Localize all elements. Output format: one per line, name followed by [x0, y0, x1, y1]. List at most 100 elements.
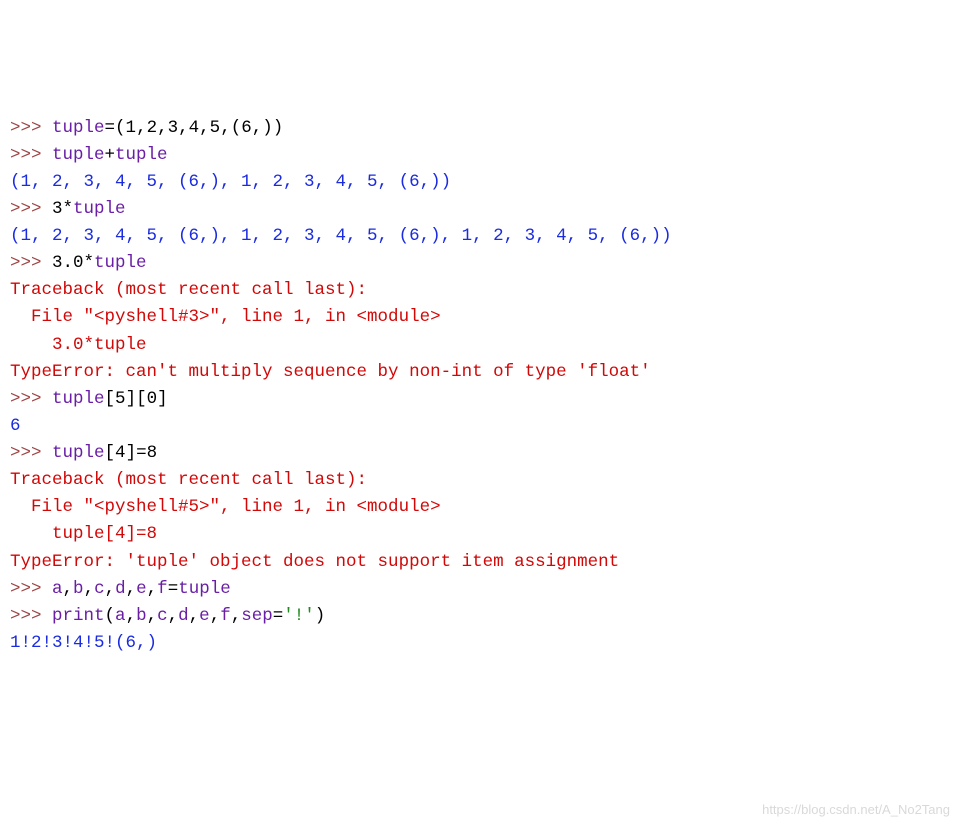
prompt: >>>: [10, 579, 52, 599]
code-token: tuple: [115, 145, 168, 165]
error-text: 3.0*tuple: [10, 335, 147, 355]
code-token: tuple: [73, 199, 126, 219]
input-line: >>> print(a,b,c,d,e,f,sep='!'): [10, 603, 952, 630]
code-token: ]=: [126, 443, 147, 463]
input-line: >>> 3.0*tuple: [10, 250, 952, 277]
code-token: e: [199, 606, 210, 626]
code-token: ,: [178, 118, 189, 138]
prompt: >>>: [10, 443, 52, 463]
code-token: sep: [241, 606, 273, 626]
code-token: f: [157, 579, 168, 599]
code-token: '!': [283, 606, 315, 626]
code-token: ,: [157, 118, 168, 138]
code-token: tuple: [94, 253, 147, 273]
code-token: ,: [147, 606, 158, 626]
output-line: (1, 2, 3, 4, 5, (6,), 1, 2, 3, 4, 5, (6,…: [10, 169, 952, 196]
code-token: ,: [63, 579, 74, 599]
code-token: ,)): [252, 118, 284, 138]
code-token: =(: [105, 118, 126, 138]
code-token: ,: [199, 118, 210, 138]
error-line: File "<pyshell#3>", line 1, in <module>: [10, 304, 952, 331]
code-token: 8: [147, 443, 158, 463]
error-line: File "<pyshell#5>", line 1, in <module>: [10, 494, 952, 521]
code-token: ,: [147, 579, 158, 599]
error-line: tuple[4]=8: [10, 521, 952, 548]
code-token: c: [94, 579, 105, 599]
prompt: >>>: [10, 145, 52, 165]
code-token: print: [52, 606, 105, 626]
code-token: 5: [115, 389, 126, 409]
code-token: ,: [126, 606, 137, 626]
output-text: (1, 2, 3, 4, 5, (6,), 1, 2, 3, 4, 5, (6,…: [10, 226, 672, 246]
code-token: 4: [189, 118, 200, 138]
code-token: ,: [210, 606, 221, 626]
code-token: ,: [231, 606, 242, 626]
code-token: 1: [126, 118, 137, 138]
code-token: =: [273, 606, 284, 626]
prompt: >>>: [10, 389, 52, 409]
code-token: f: [220, 606, 231, 626]
output-line: (1, 2, 3, 4, 5, (6,), 1, 2, 3, 4, 5, (6,…: [10, 223, 952, 250]
code-token: tuple: [178, 579, 231, 599]
python-shell-output: >>> tuple=(1,2,3,4,5,(6,))>>> tuple+tupl…: [10, 115, 952, 658]
code-token: tuple: [52, 389, 105, 409]
code-token: d: [115, 579, 126, 599]
code-token: ,: [126, 579, 137, 599]
code-token: +: [105, 145, 116, 165]
error-line: Traceback (most recent call last):: [10, 277, 952, 304]
error-text: File "<pyshell#3>", line 1, in <module>: [10, 307, 441, 327]
input-line: >>> tuple+tuple: [10, 142, 952, 169]
prompt: >>>: [10, 606, 52, 626]
code-token: tuple: [52, 145, 105, 165]
code-token: b: [73, 579, 84, 599]
code-token: 6: [241, 118, 252, 138]
code-token: c: [157, 606, 168, 626]
code-token: [: [105, 389, 116, 409]
code-token: 2: [147, 118, 158, 138]
output-text: 6: [10, 416, 21, 436]
error-text: File "<pyshell#5>", line 1, in <module>: [10, 497, 441, 517]
code-token: ]: [157, 389, 168, 409]
prompt: >>>: [10, 199, 52, 219]
error-line: TypeError: can't multiply sequence by no…: [10, 359, 952, 386]
code-token: 3: [168, 118, 179, 138]
code-token: tuple: [52, 118, 105, 138]
output-line: 1!2!3!4!5!(6,): [10, 630, 952, 657]
code-token: ,(: [220, 118, 241, 138]
code-token: [: [105, 443, 116, 463]
prompt: >>>: [10, 253, 52, 273]
code-token: ,: [105, 579, 116, 599]
input-line: >>> a,b,c,d,e,f=tuple: [10, 576, 952, 603]
code-token: ,: [189, 606, 200, 626]
error-text: Traceback (most recent call last):: [10, 470, 367, 490]
code-token: e: [136, 579, 147, 599]
code-token: ][: [126, 389, 147, 409]
code-token: ,: [84, 579, 95, 599]
code-token: ,: [168, 606, 179, 626]
error-text: tuple[4]=8: [10, 524, 157, 544]
code-token: a: [115, 606, 126, 626]
code-token: 0: [147, 389, 158, 409]
output-text: (1, 2, 3, 4, 5, (6,), 1, 2, 3, 4, 5, (6,…: [10, 172, 451, 192]
code-token: ): [315, 606, 326, 626]
code-token: *: [63, 199, 74, 219]
code-token: ,: [136, 118, 147, 138]
code-token: b: [136, 606, 147, 626]
code-token: (: [105, 606, 116, 626]
code-token: a: [52, 579, 63, 599]
input-line: >>> tuple[5][0]: [10, 386, 952, 413]
error-line: Traceback (most recent call last):: [10, 467, 952, 494]
code-token: 3.0: [52, 253, 84, 273]
code-token: =: [168, 579, 179, 599]
code-token: d: [178, 606, 189, 626]
error-line: 3.0*tuple: [10, 332, 952, 359]
input-line: >>> tuple=(1,2,3,4,5,(6,)): [10, 115, 952, 142]
input-line: >>> 3*tuple: [10, 196, 952, 223]
watermark-text: https://blog.csdn.net/A_No2Tang: [762, 800, 950, 820]
code-token: 4: [115, 443, 126, 463]
input-line: >>> tuple[4]=8: [10, 440, 952, 467]
prompt: >>>: [10, 118, 52, 138]
error-text: TypeError: can't multiply sequence by no…: [10, 362, 651, 382]
code-token: 3: [52, 199, 63, 219]
output-line: 6: [10, 413, 952, 440]
